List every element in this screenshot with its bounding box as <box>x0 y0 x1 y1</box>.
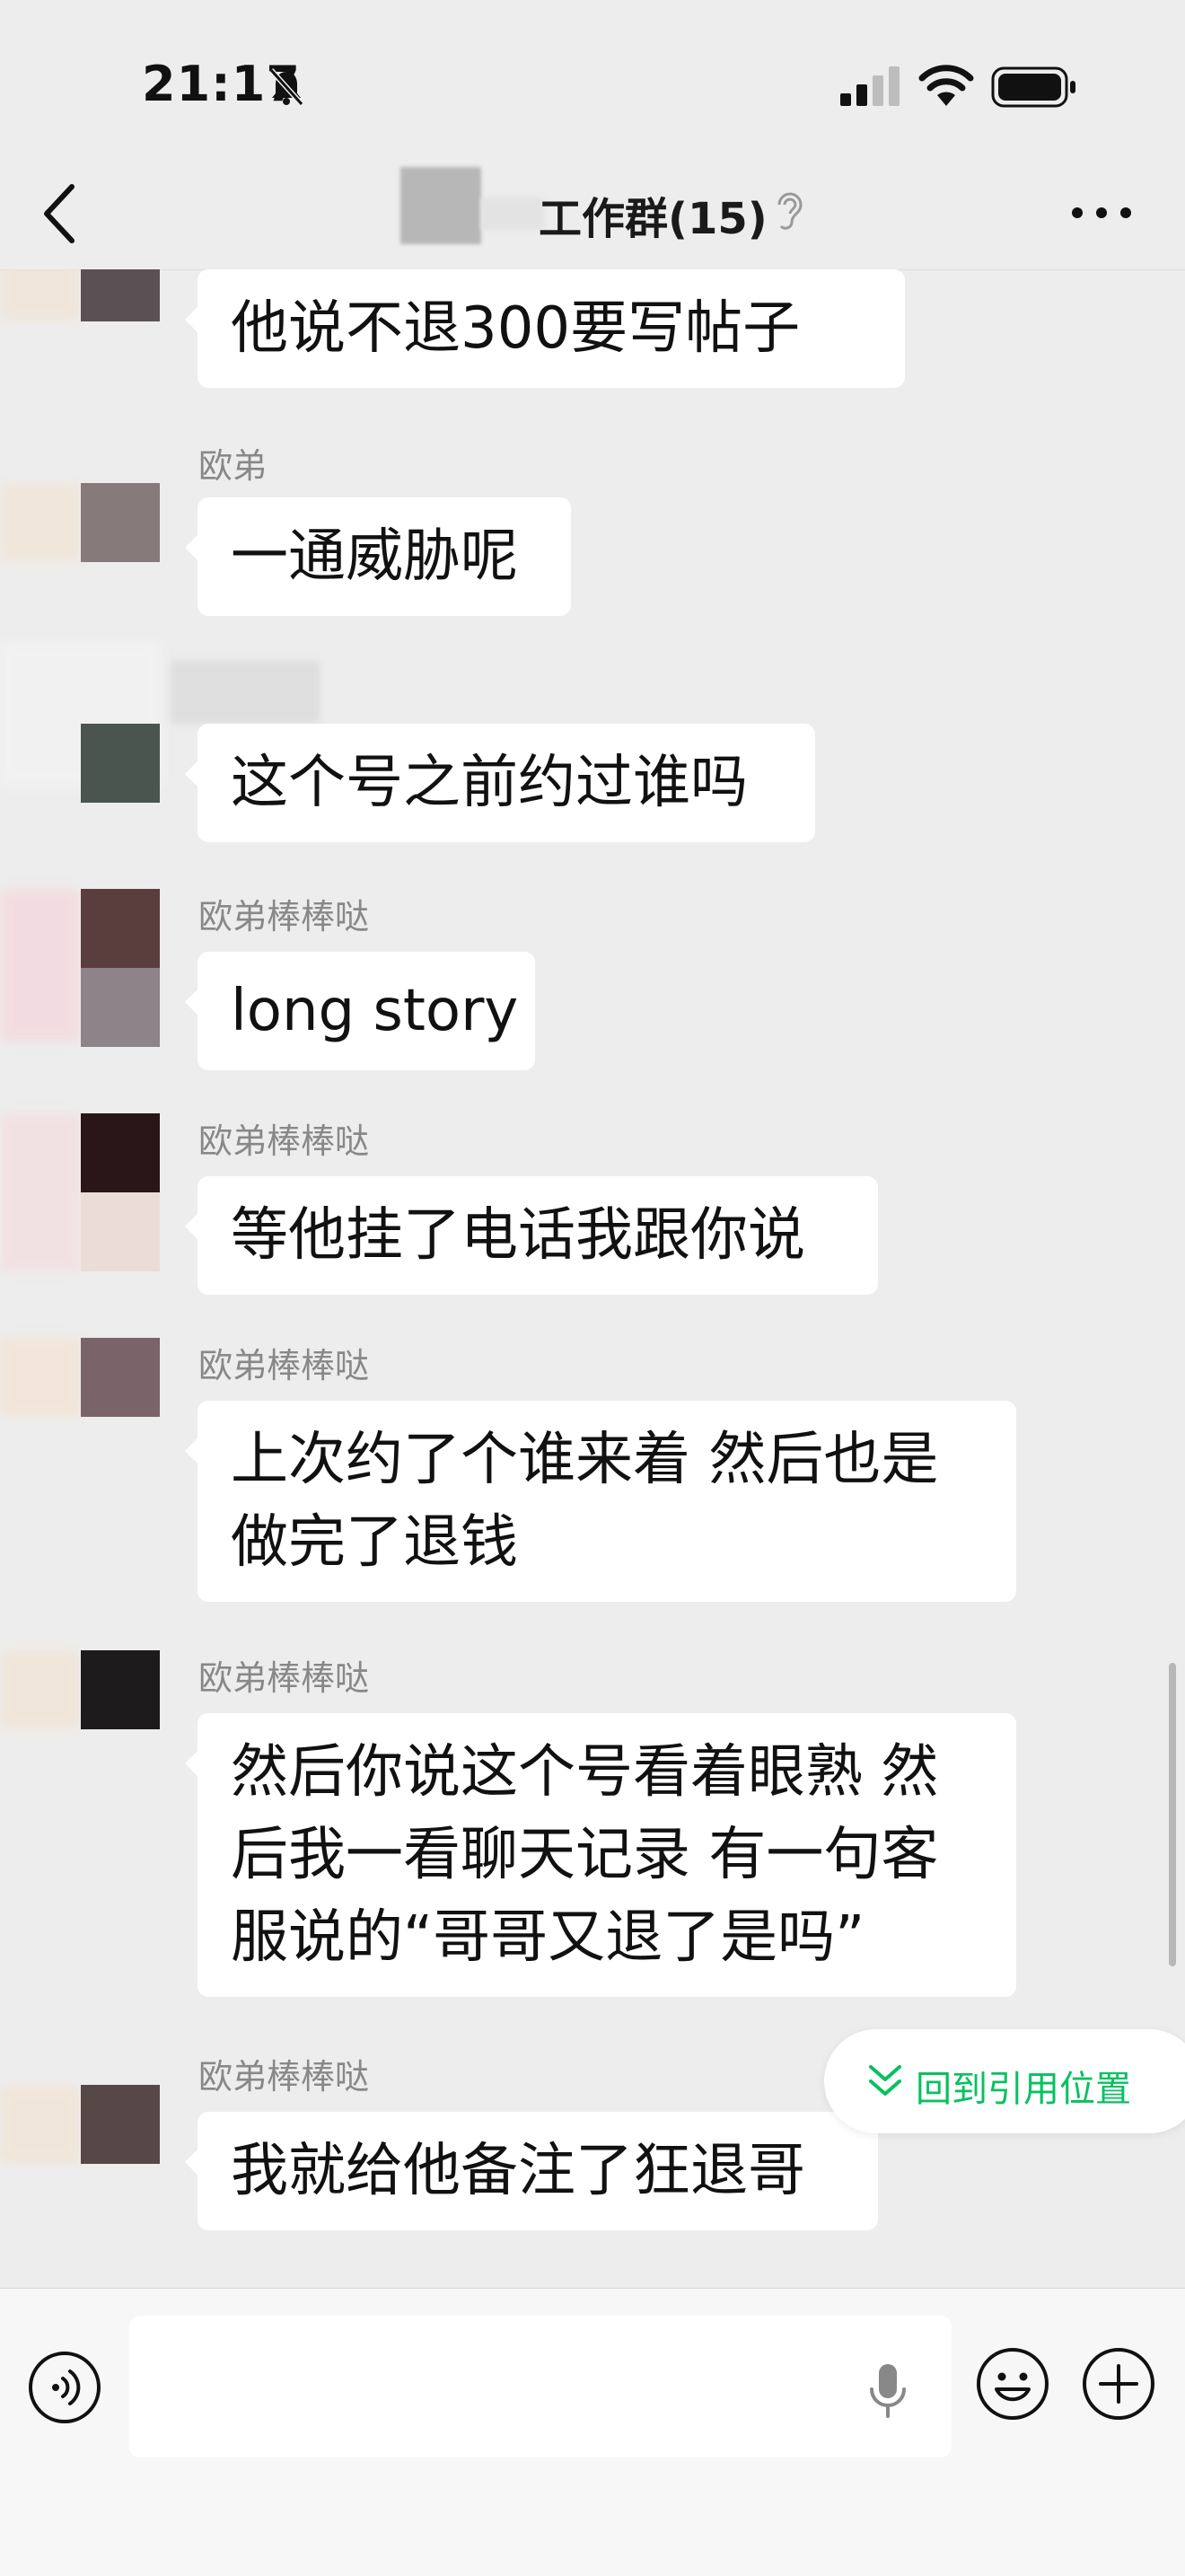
ear-icon <box>777 192 803 230</box>
plus-icon[interactable] <box>1081 2346 1156 2422</box>
back-icon[interactable] <box>38 180 83 248</box>
more-icon[interactable] <box>1068 201 1135 224</box>
avatar[interactable] <box>81 724 160 803</box>
message-text: 这个号之前约过谁吗 <box>231 750 748 816</box>
sender-name: 欧弟棒棒哒 <box>198 2057 370 2097</box>
blurred-region <box>0 483 81 562</box>
blurred-region <box>0 1113 81 1271</box>
sender-name: 欧弟棒棒哒 <box>198 897 370 936</box>
message-text: 服说的“哥哥又退了是吗” <box>231 1904 865 1971</box>
message-input[interactable] <box>129 2316 952 2457</box>
blurred-region <box>0 1650 81 1729</box>
avatar[interactable] <box>81 483 160 562</box>
chat-messages[interactable]: 他说不退300要写帖子 欧弟 一通威胁呢 这个号之前约过谁吗 欧弟棒棒哒 lon… <box>0 269 1185 2290</box>
battery-icon <box>991 66 1075 108</box>
blurred-region <box>0 269 81 321</box>
avatar[interactable] <box>81 1192 160 1271</box>
blurred-name <box>481 198 544 230</box>
message-text: 后我一看聊天记录 有一句客 <box>231 1822 939 1888</box>
voice-icon[interactable] <box>27 2350 102 2425</box>
bell-muted-icon <box>268 67 304 107</box>
sender-name: 欧弟棒棒哒 <box>198 1658 370 1698</box>
group-avatar <box>400 167 481 244</box>
scrollbar[interactable] <box>1169 1663 1176 1966</box>
wifi-icon <box>918 65 974 106</box>
blurred-region <box>0 2085 81 2164</box>
avatar[interactable] <box>81 889 160 968</box>
message-bubble[interactable]: 我就给他备注了狂退哥 <box>185 2112 878 2230</box>
mic-icon[interactable] <box>865 2362 910 2420</box>
jump-to-quote-label: 回到引用位置 <box>916 2069 1131 2110</box>
message-text: 上次约了个谁来着 然后也是 <box>231 1427 939 1493</box>
avatar[interactable] <box>81 1338 160 1417</box>
jump-to-quote-button[interactable]: 回到引用位置 <box>824 2029 1185 2133</box>
message-bubble[interactable]: 一通威胁呢 <box>185 497 571 616</box>
message-bubble[interactable]: 等他挂了电话我跟你说 <box>185 1176 878 1295</box>
message-text: 等他挂了电话我跟你说 <box>231 1202 805 1269</box>
message-text: 我就给他备注了狂退哥 <box>231 2138 805 2204</box>
group-title[interactable]: 工作群(15) <box>539 183 768 246</box>
sender-name: 欧弟 <box>198 446 268 486</box>
message-text: 然后你说这个号看着眼熟 然 <box>231 1739 939 1806</box>
double-chevron-down-icon <box>869 2065 901 2096</box>
message-text: long story <box>231 978 519 1044</box>
signal-icon <box>840 66 900 106</box>
emoji-icon[interactable] <box>975 2346 1050 2422</box>
message-text: 一通威胁呢 <box>231 523 518 590</box>
message-bubble[interactable]: 上次约了个谁来着 然后也是 做完了退钱 <box>185 1401 1016 1602</box>
status-bar: 21:17 <box>0 0 1185 153</box>
sender-name: 欧弟棒棒哒 <box>198 1346 370 1385</box>
sender-name: 欧弟棒棒哒 <box>198 1121 370 1161</box>
blurred-region <box>0 1338 81 1417</box>
avatar[interactable] <box>81 269 160 321</box>
message-bubble[interactable]: 然后你说这个号看着眼熟 然 后我一看聊天记录 有一句客 服说的“哥哥又退了是吗” <box>185 1713 1016 1997</box>
chat-header: 工作群(15) <box>0 153 1185 270</box>
avatar[interactable] <box>81 1113 160 1192</box>
avatar[interactable] <box>81 2085 160 2164</box>
blurred-name <box>171 661 320 724</box>
input-bar <box>0 2288 1185 2576</box>
message-text: 做完了退钱 <box>231 1509 518 1576</box>
message-text: 他说不退300要写帖子 <box>231 295 801 362</box>
avatar[interactable] <box>81 1650 160 1729</box>
message-bubble[interactable]: 这个号之前约过谁吗 <box>185 724 815 842</box>
blurred-region <box>0 889 81 1042</box>
message-bubble[interactable]: long story <box>185 952 535 1070</box>
avatar[interactable] <box>81 968 160 1047</box>
message-bubble[interactable]: 他说不退300要写帖子 <box>185 269 905 388</box>
